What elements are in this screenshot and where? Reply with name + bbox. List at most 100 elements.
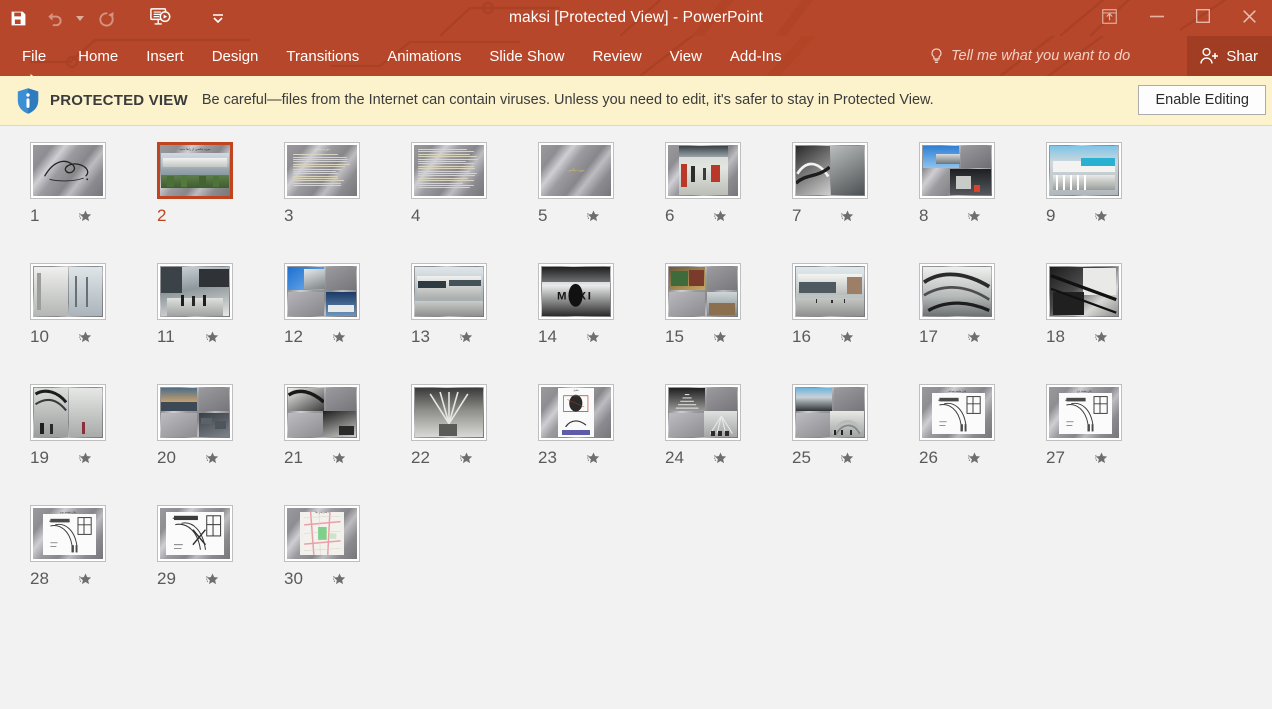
slide-thumbnail-cell[interactable]: 9 — [1046, 142, 1173, 227]
slide-thumbnail[interactable] — [792, 384, 868, 441]
animation-star-icon[interactable] — [586, 209, 601, 224]
close-icon[interactable] — [1226, 0, 1272, 32]
animation-star-icon[interactable] — [78, 209, 93, 224]
slide-thumbnail[interactable] — [30, 263, 106, 320]
tab-review[interactable]: Review — [578, 36, 655, 76]
tab-view[interactable]: View — [656, 36, 716, 76]
slide-thumbnail-cell[interactable]: پلان طبقه دوم 28 — [30, 505, 157, 590]
slide-thumbnail-cell[interactable]: 20 — [157, 384, 284, 469]
slide-thumbnail[interactable] — [30, 384, 106, 441]
slide-thumbnail-cell[interactable]: 15 — [665, 263, 792, 348]
slide-thumbnail-cell[interactable]: 17 — [919, 263, 1046, 348]
slide-thumbnail-cell[interactable]: 22 — [411, 384, 538, 469]
slide-thumbnail-cell[interactable]: 8 — [919, 142, 1046, 227]
slide-thumbnail[interactable] — [157, 505, 233, 562]
animation-star-icon[interactable] — [1094, 330, 1109, 345]
animation-star-icon[interactable] — [713, 209, 728, 224]
animation-star-icon[interactable] — [586, 330, 601, 345]
slide-thumbnail-cell[interactable]: موزه مکسی 5 — [538, 142, 665, 227]
animation-star-icon[interactable] — [332, 451, 347, 466]
share-button[interactable]: Shar — [1187, 36, 1272, 76]
slide-thumbnail[interactable]: پلان طبقه اول — [1046, 384, 1122, 441]
slide-thumbnail[interactable]: دسترسی ها — [284, 505, 360, 562]
slide-thumbnail[interactable]: تحلیل — [538, 384, 614, 441]
slide-thumbnail-cell[interactable]: 1 — [30, 142, 157, 227]
animation-star-icon[interactable] — [205, 572, 220, 587]
animation-star-icon[interactable] — [205, 451, 220, 466]
slide-thumbnail-cell[interactable]: 7 — [792, 142, 919, 227]
slide-thumbnail[interactable]: موزه مکسی — [538, 142, 614, 199]
slide-sorter-pane[interactable]: 1 موزه مکسی از راها حدید 2 موزه مکسی 3 4… — [0, 126, 1272, 626]
animation-star-icon[interactable] — [1094, 209, 1109, 224]
slide-thumbnail[interactable] — [665, 263, 741, 320]
slide-thumbnail[interactable] — [284, 384, 360, 441]
slide-thumbnail[interactable]: موزه مکسی — [284, 142, 360, 199]
slide-thumbnail[interactable] — [284, 263, 360, 320]
slide-thumbnail-cell[interactable]: پلان طبقه اول 27 — [1046, 384, 1173, 469]
slide-thumbnail-cell[interactable]: MXXI 14 — [538, 263, 665, 348]
animation-star-icon[interactable] — [586, 451, 601, 466]
slide-thumbnail-cell[interactable]: 24 — [665, 384, 792, 469]
tab-slide-show[interactable]: Slide Show — [475, 36, 578, 76]
animation-star-icon[interactable] — [78, 451, 93, 466]
animation-star-icon[interactable] — [332, 330, 347, 345]
animation-star-icon[interactable] — [78, 572, 93, 587]
slide-thumbnail-cell[interactable]: 6 — [665, 142, 792, 227]
slide-thumbnail-cell[interactable]: 25 — [792, 384, 919, 469]
slide-thumbnail[interactable] — [411, 142, 487, 199]
tab-animations[interactable]: Animations — [373, 36, 475, 76]
tab-insert[interactable]: Insert — [132, 36, 198, 76]
slide-thumbnail-cell[interactable]: 19 — [30, 384, 157, 469]
ribbon-tabs[interactable]: File Home Insert Design Transitions Anim… — [0, 36, 796, 76]
slide-thumbnail-cell[interactable]: 4 — [411, 142, 538, 227]
animation-star-icon[interactable] — [459, 451, 474, 466]
slide-thumbnail[interactable]: پلان طبقه همکف — [919, 384, 995, 441]
minimize-icon[interactable] — [1134, 0, 1180, 32]
animation-star-icon[interactable] — [205, 330, 220, 345]
slide-thumbnail-cell[interactable]: 29 — [157, 505, 284, 590]
slide-thumbnail-cell[interactable]: 12 — [284, 263, 411, 348]
slide-thumbnail[interactable]: موزه مکسی از راها حدید — [157, 142, 233, 199]
slide-thumbnail[interactable] — [665, 384, 741, 441]
slide-thumbnail[interactable] — [411, 263, 487, 320]
window-controls[interactable] — [1084, 0, 1272, 32]
slide-grid[interactable]: 1 موزه مکسی از راها حدید 2 موزه مکسی 3 4… — [30, 142, 1272, 626]
animation-star-icon[interactable] — [713, 330, 728, 345]
slide-thumbnail[interactable] — [665, 142, 741, 199]
animation-star-icon[interactable] — [840, 451, 855, 466]
tab-add-ins[interactable]: Add-Ins — [716, 36, 796, 76]
slide-thumbnail[interactable] — [1046, 142, 1122, 199]
tab-design[interactable]: Design — [198, 36, 273, 76]
slide-thumbnail[interactable] — [919, 142, 995, 199]
slide-thumbnail[interactable] — [792, 142, 868, 199]
slide-thumbnail-cell[interactable]: پلان طبقه همکف 26 — [919, 384, 1046, 469]
slide-thumbnail-cell[interactable]: موزه مکسی 3 — [284, 142, 411, 227]
slide-thumbnail[interactable] — [30, 142, 106, 199]
animation-star-icon[interactable] — [840, 330, 855, 345]
animation-star-icon[interactable] — [332, 572, 347, 587]
slide-thumbnail-cell[interactable]: 21 — [284, 384, 411, 469]
slide-thumbnail[interactable] — [792, 263, 868, 320]
slide-thumbnail[interactable] — [919, 263, 995, 320]
animation-star-icon[interactable] — [459, 330, 474, 345]
slide-thumbnail[interactable] — [1046, 263, 1122, 320]
animation-star-icon[interactable] — [967, 330, 982, 345]
slide-thumbnail-cell[interactable]: تحلیل 23 — [538, 384, 665, 469]
enable-editing-button[interactable]: Enable Editing — [1138, 85, 1266, 115]
animation-star-icon[interactable] — [1094, 451, 1109, 466]
animation-star-icon[interactable] — [967, 209, 982, 224]
tell-me-search[interactable]: Tell me what you want to do — [930, 36, 1130, 76]
slide-thumbnail-cell[interactable]: دسترسی ها 30 — [284, 505, 411, 590]
slide-thumbnail[interactable]: MXXI — [538, 263, 614, 320]
slide-thumbnail-cell[interactable]: 16 — [792, 263, 919, 348]
tab-transitions[interactable]: Transitions — [272, 36, 373, 76]
ribbon-display-options-icon[interactable] — [1084, 0, 1134, 32]
slide-thumbnail-cell[interactable]: 13 — [411, 263, 538, 348]
slide-thumbnail[interactable] — [157, 263, 233, 320]
slide-thumbnail-cell[interactable]: موزه مکسی از راها حدید 2 — [157, 142, 284, 227]
animation-star-icon[interactable] — [78, 330, 93, 345]
animation-star-icon[interactable] — [967, 451, 982, 466]
slide-thumbnail[interactable] — [157, 384, 233, 441]
maximize-icon[interactable] — [1180, 0, 1226, 32]
tab-file[interactable]: File — [0, 36, 64, 76]
